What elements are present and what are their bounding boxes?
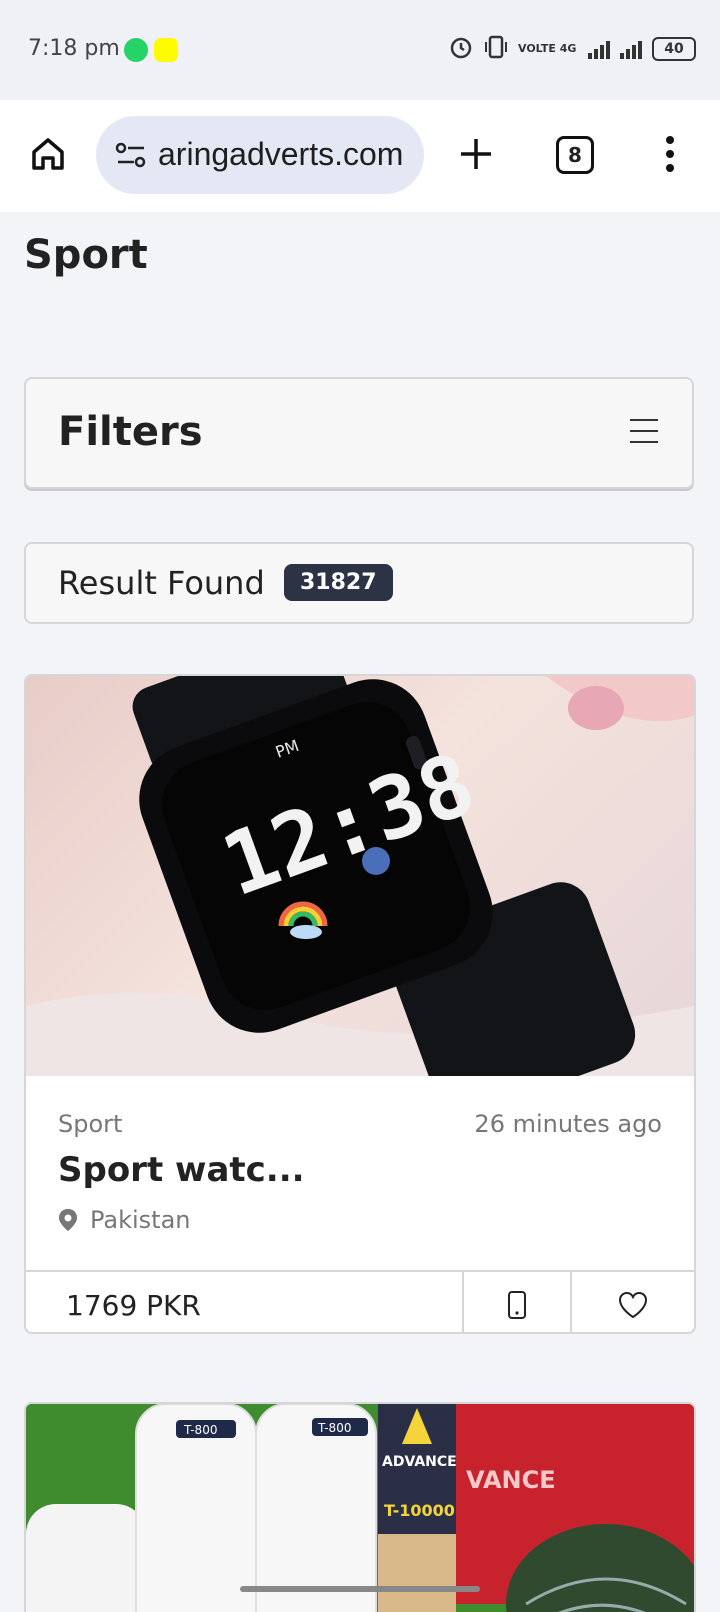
listing-price: 1769 PKR [26, 1272, 464, 1332]
url-text: aringadverts.com [158, 136, 404, 172]
home-button[interactable] [24, 130, 72, 178]
vibrate-icon [484, 34, 508, 64]
filters-panel[interactable]: Filters [24, 377, 694, 489]
listing-category: Sport [58, 1110, 123, 1138]
result-count-badge: 31827 [284, 564, 393, 601]
whatsapp-icon [124, 38, 148, 62]
pad-label-2: T-800 [317, 1421, 351, 1435]
listing-card-2[interactable]: T-800 T-800 ADVANCE T-10000 VANCE [24, 1402, 696, 1612]
listing-details: Sport 26 minutes ago Sport watc... Pakis… [26, 1076, 694, 1270]
browser-toolbar: aringadverts.com 8 [0, 100, 720, 213]
status-bar: 7:18 pm VOLTE 4G 40 [0, 0, 720, 100]
location-pin-icon [58, 1208, 78, 1236]
page-title: Sport [24, 232, 148, 278]
result-label: Result Found [58, 564, 265, 602]
home-icon [32, 138, 64, 170]
status-time: 7:18 pm [28, 36, 120, 61]
battery-icon: 40 [652, 37, 696, 61]
page-content: Sport Filters Result Found 31827 PM 12:3… [0, 212, 720, 1612]
cricket-gear-photo: T-800 T-800 ADVANCE T-10000 VANCE [26, 1404, 694, 1612]
home-indicator[interactable] [240, 1586, 480, 1592]
pad-label-1: T-800 [183, 1423, 217, 1437]
bat-model: T-10000 [384, 1501, 455, 1520]
signal-icon [588, 39, 610, 59]
plus-icon [461, 139, 491, 169]
address-bar[interactable]: aringadverts.com [96, 116, 424, 194]
result-summary: Result Found 31827 [24, 542, 694, 624]
listing-footer: 1769 PKR [26, 1270, 694, 1332]
network-label: VOLTE 4G [518, 42, 577, 55]
bat-brand: ADVANCE [382, 1454, 457, 1470]
favorite-button[interactable] [572, 1272, 694, 1332]
status-icons: VOLTE 4G 40 [448, 34, 696, 64]
signal-icon-2 [620, 39, 642, 59]
site-settings-icon[interactable] [114, 140, 148, 174]
snapchat-icon [154, 38, 178, 62]
tab-switcher-button[interactable]: 8 [556, 136, 594, 174]
hamburger-icon[interactable] [630, 419, 658, 452]
listing-card[interactable]: PM 12:38 Sport 26 minutes ago Sport watc… [24, 674, 696, 1334]
listing-time: 26 minutes ago [474, 1110, 662, 1138]
phone-icon [508, 1291, 526, 1319]
listing-title[interactable]: Sport watc... [58, 1150, 305, 1190]
bag-brand: VANCE [466, 1466, 556, 1494]
filters-label: Filters [58, 409, 203, 455]
watch-photo: PM 12:38 [26, 676, 694, 1076]
listing-image[interactable]: PM 12:38 [26, 676, 694, 1076]
alarm-icon [448, 34, 474, 64]
heart-icon [618, 1291, 648, 1319]
call-button[interactable] [464, 1272, 572, 1332]
listing-location: Pakistan [90, 1206, 191, 1234]
new-tab-button[interactable] [452, 130, 500, 178]
more-menu-button[interactable] [650, 130, 690, 178]
